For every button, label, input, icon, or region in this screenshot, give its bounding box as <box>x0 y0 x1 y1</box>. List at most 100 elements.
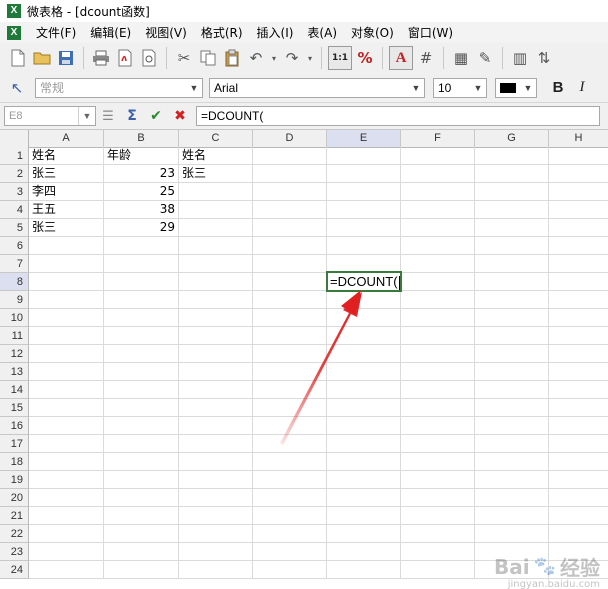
cell-f8[interactable] <box>401 273 475 291</box>
row-header-8[interactable]: 8 <box>0 273 29 291</box>
row-header-1[interactable]: 1 <box>0 147 29 165</box>
cell-f7[interactable] <box>401 255 475 273</box>
cell-g6[interactable] <box>475 237 549 255</box>
cell-h15[interactable] <box>549 399 608 417</box>
cell-c14[interactable] <box>179 381 253 399</box>
sum-icon[interactable]: Σ <box>121 106 143 126</box>
cell-d15[interactable] <box>253 399 327 417</box>
cell-h7[interactable] <box>549 255 608 273</box>
export-pdf-icon[interactable] <box>114 47 136 69</box>
cell-f10[interactable] <box>401 309 475 327</box>
cell-d12[interactable] <box>253 345 327 363</box>
cell-h8[interactable] <box>549 273 608 291</box>
paste-icon[interactable] <box>221 47 243 69</box>
cell-g17[interactable] <box>475 435 549 453</box>
cell-f3[interactable] <box>401 183 475 201</box>
percent-icon[interactable]: % <box>354 47 376 69</box>
cell-g1[interactable] <box>475 147 549 165</box>
cell-d18[interactable] <box>253 453 327 471</box>
cell-b24[interactable] <box>104 561 179 579</box>
cell-e11[interactable] <box>327 327 401 345</box>
menu-edit[interactable]: 编辑(E) <box>83 24 138 41</box>
cell-e17[interactable] <box>327 435 401 453</box>
cell-a2[interactable]: 张三 <box>29 165 104 183</box>
cell-h5[interactable] <box>549 219 608 237</box>
column-header-h[interactable]: H <box>549 130 608 147</box>
cell-b13[interactable] <box>104 363 179 381</box>
document-icon[interactable]: X <box>7 25 21 40</box>
cell-a9[interactable] <box>29 291 104 309</box>
row-header-9[interactable]: 9 <box>0 291 29 309</box>
open-folder-icon[interactable] <box>31 47 53 69</box>
cell-a6[interactable] <box>29 237 104 255</box>
cell-f21[interactable] <box>401 507 475 525</box>
cell-a23[interactable] <box>29 543 104 561</box>
cell-g9[interactable] <box>475 291 549 309</box>
row-header-20[interactable]: 20 <box>0 489 29 507</box>
cell-e7[interactable] <box>327 255 401 273</box>
sort-icon[interactable]: ⇅ <box>533 47 555 69</box>
menu-window[interactable]: 窗口(W) <box>401 24 460 41</box>
cell-g5[interactable] <box>475 219 549 237</box>
select-all-corner[interactable] <box>0 130 29 147</box>
cell-a13[interactable] <box>29 363 104 381</box>
chevron-down-icon[interactable]: ▼ <box>78 107 95 125</box>
cell-a12[interactable] <box>29 345 104 363</box>
row-header-22[interactable]: 22 <box>0 525 29 543</box>
cell-b17[interactable] <box>104 435 179 453</box>
cell-g2[interactable] <box>475 165 549 183</box>
cell-d13[interactable] <box>253 363 327 381</box>
style-combo[interactable]: 常规 ▼ <box>35 77 203 98</box>
cell-e24[interactable] <box>327 561 401 579</box>
cell-e2[interactable] <box>327 165 401 183</box>
cell-b20[interactable] <box>104 489 179 507</box>
cell-a7[interactable] <box>29 255 104 273</box>
spreadsheet-grid[interactable]: ABCDEFGH 1 姓名 年龄 姓名 2 张三 23 张三 3 李四 25 4 王五 38 5 张三 29 6 7… <box>0 130 608 589</box>
cell-a21[interactable] <box>29 507 104 525</box>
row-header-12[interactable]: 12 <box>0 345 29 363</box>
cell-b19[interactable] <box>104 471 179 489</box>
cell-f1[interactable] <box>401 147 475 165</box>
cell-f9[interactable] <box>401 291 475 309</box>
cell-h6[interactable] <box>549 237 608 255</box>
cell-b18[interactable] <box>104 453 179 471</box>
chevron-down-icon[interactable]: ▼ <box>470 79 486 97</box>
cell-c11[interactable] <box>179 327 253 345</box>
cell-g13[interactable] <box>475 363 549 381</box>
cell-d2[interactable] <box>253 165 327 183</box>
row-header-23[interactable]: 23 <box>0 543 29 561</box>
row-header-21[interactable]: 21 <box>0 507 29 525</box>
new-file-icon[interactable] <box>7 47 29 69</box>
cell-c13[interactable] <box>179 363 253 381</box>
cell-e6[interactable] <box>327 237 401 255</box>
cell-h14[interactable] <box>549 381 608 399</box>
cell-h16[interactable] <box>549 417 608 435</box>
cell-e13[interactable] <box>327 363 401 381</box>
redo-dropdown-icon[interactable]: ▾ <box>305 47 315 69</box>
cell-e19[interactable] <box>327 471 401 489</box>
row-header-19[interactable]: 19 <box>0 471 29 489</box>
cell-h20[interactable] <box>549 489 608 507</box>
cell-d20[interactable] <box>253 489 327 507</box>
cell-b16[interactable] <box>104 417 179 435</box>
menu-view[interactable]: 视图(V) <box>138 24 194 41</box>
cell-e4[interactable] <box>327 201 401 219</box>
cell-e1[interactable] <box>327 147 401 165</box>
row-header-24[interactable]: 24 <box>0 561 29 579</box>
cell-g18[interactable] <box>475 453 549 471</box>
function-list-icon[interactable]: ☰ <box>97 106 119 126</box>
cell-a17[interactable] <box>29 435 104 453</box>
cell-h10[interactable] <box>549 309 608 327</box>
cell-g16[interactable] <box>475 417 549 435</box>
zoom-100-icon[interactable]: 1:1 <box>328 46 352 70</box>
cell-d4[interactable] <box>253 201 327 219</box>
bold-icon[interactable]: B <box>547 77 569 99</box>
row-header-13[interactable]: 13 <box>0 363 29 381</box>
cell-d14[interactable] <box>253 381 327 399</box>
menu-object[interactable]: 对象(O) <box>344 24 401 41</box>
cell-f23[interactable] <box>401 543 475 561</box>
cell-a19[interactable] <box>29 471 104 489</box>
chevron-down-icon[interactable]: ▼ <box>186 79 202 97</box>
column-header-b[interactable]: B <box>104 130 179 147</box>
cell-d10[interactable] <box>253 309 327 327</box>
